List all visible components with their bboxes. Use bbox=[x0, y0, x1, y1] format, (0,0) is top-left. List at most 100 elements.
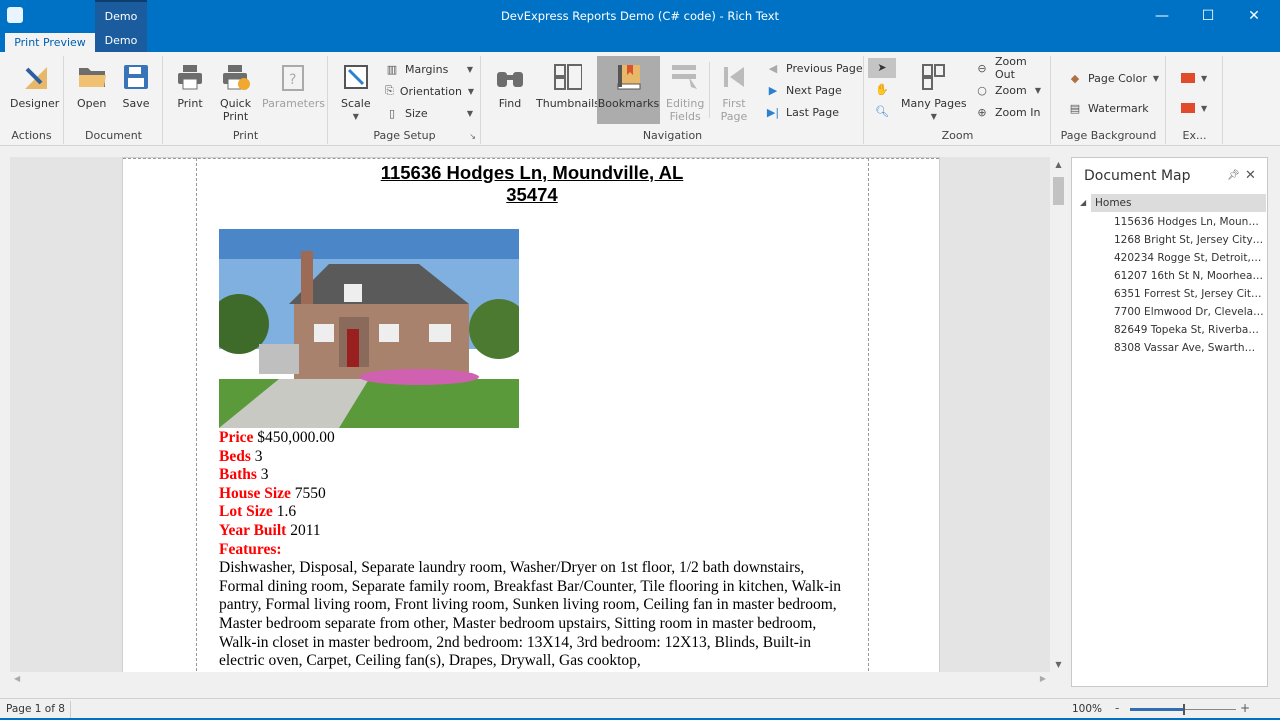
orientation-button[interactable]: ⎘ Orientation ▼ bbox=[385, 81, 475, 101]
map-root-homes[interactable]: Homes bbox=[1091, 194, 1266, 212]
previous-page-button[interactable]: ◀ Previous Page bbox=[766, 58, 863, 78]
map-item[interactable]: 1268 Bright St, Jersey City, NJ bbox=[1114, 231, 1264, 249]
map-item[interactable]: 82649 Topeka St, Riverbank, CA bbox=[1114, 321, 1264, 339]
magnifier-tool-icon[interactable]: 🔍︎ bbox=[868, 102, 896, 122]
field-key: Year Built bbox=[219, 521, 287, 539]
zoom-slider[interactable] bbox=[1130, 704, 1236, 715]
group-page-setup: Scale ▼ ▥ Margins ▼ ⎘ Orientation ▼ ▯ Size ▼ P… bbox=[329, 56, 481, 144]
collapse-icon[interactable]: ◢ bbox=[1080, 198, 1086, 207]
last-page-icon: ▶| bbox=[766, 105, 780, 119]
group-actions: Designer Actions bbox=[0, 56, 64, 144]
size-button[interactable]: ▯ Size ▼ bbox=[385, 103, 473, 123]
title-line-2: 35474 bbox=[506, 184, 558, 205]
previous-page-label: Previous Page bbox=[786, 61, 863, 75]
close-button[interactable]: ✕ bbox=[1231, 0, 1277, 32]
save-icon bbox=[122, 63, 150, 91]
map-item[interactable]: 115636 Hodges Ln, Moundville, AL 35474 bbox=[1114, 213, 1264, 231]
size-label: Size bbox=[405, 106, 428, 120]
designer-label: Designer bbox=[10, 97, 60, 110]
dialog-launcher-icon[interactable]: ↘ bbox=[469, 132, 476, 141]
map-item[interactable]: 7700 Elmwood Dr, Cleveland, OH bbox=[1114, 303, 1264, 321]
pin-icon[interactable]: 📌︎ bbox=[1227, 170, 1240, 181]
bookmarks-button[interactable]: Bookmarks bbox=[597, 56, 660, 124]
save-button[interactable]: Save bbox=[122, 59, 150, 110]
next-page-button[interactable]: ▶ Next Page bbox=[766, 80, 842, 100]
zoom-percentage[interactable]: 100% bbox=[1072, 703, 1102, 715]
designer-icon bbox=[21, 63, 49, 91]
watermark-button[interactable]: ▤ Watermark bbox=[1068, 98, 1149, 118]
scroll-right-icon[interactable]: ▶ bbox=[1040, 674, 1046, 683]
printer-icon bbox=[176, 63, 204, 91]
features-label: Features: bbox=[219, 540, 282, 558]
print-button[interactable]: Print bbox=[176, 59, 204, 110]
map-item[interactable]: 420234 Rogge St, Detroit, MI bbox=[1114, 249, 1264, 267]
scrollbar-thumb[interactable] bbox=[1053, 177, 1064, 205]
dropdown-arrow-icon: ▼ bbox=[467, 86, 475, 96]
field-row: Year Built 2011 bbox=[219, 522, 849, 541]
designer-button[interactable]: Designer bbox=[10, 59, 59, 110]
save-label: Save bbox=[122, 97, 150, 110]
scroll-down-icon[interactable]: ▼ bbox=[1050, 660, 1067, 669]
document-viewer[interactable]: 115636 Hodges Ln, Moundville, AL 35474 P… bbox=[10, 157, 1050, 672]
document-map-panel: Document Map 📌︎ ✕ ◢ Homes 115636 Hodges … bbox=[1071, 157, 1268, 687]
tab-print-preview[interactable]: Print Preview bbox=[5, 33, 95, 52]
group-zoom: ➤ ✋ 🔍︎ Many Pages ▼ ⊖ Zoom Out ○ Zoom ▼ ⊕ Zo… bbox=[865, 55, 1051, 144]
pointer-tool-icon[interactable]: ➤ bbox=[868, 58, 896, 78]
margins-button[interactable]: ▥ Margins ▼ bbox=[385, 59, 473, 79]
last-page-button[interactable]: ▶| Last Page bbox=[766, 102, 839, 122]
field-value: 2011 bbox=[286, 521, 321, 539]
first-page-label: First bbox=[722, 97, 746, 110]
first-page-button[interactable]: First Page bbox=[720, 59, 748, 123]
page-color-button[interactable]: ◆ Page Color ▼ bbox=[1068, 68, 1159, 88]
document-page: 115636 Hodges Ln, Moundville, AL 35474 P… bbox=[122, 157, 940, 672]
zoom-in-label: Zoom In bbox=[995, 105, 1041, 119]
horizontal-scrollbar[interactable]: ◀ ▶ bbox=[10, 672, 1050, 688]
dropdown-arrow-icon: ▼ bbox=[1201, 73, 1208, 83]
field-value: 7550 bbox=[290, 484, 326, 502]
orientation-icon: ⎘ bbox=[385, 84, 394, 97]
field-row: House Size 7550 bbox=[219, 485, 849, 504]
field-row: Baths 3 bbox=[219, 466, 849, 485]
close-panel-icon[interactable]: ✕ bbox=[1245, 168, 1256, 183]
thumbnails-button[interactable]: Thumbnails bbox=[536, 59, 600, 110]
maximize-button[interactable]: ☐ bbox=[1185, 0, 1231, 32]
hand-tool-icon[interactable]: ✋ bbox=[868, 80, 896, 100]
many-pages-button[interactable]: Many Pages ▼ bbox=[901, 59, 967, 123]
scroll-up-icon[interactable]: ▲ bbox=[1050, 160, 1067, 169]
features-text: Dishwasher, Disposal, Separate laundry r… bbox=[219, 559, 842, 670]
zoom-minus-icon[interactable]: - bbox=[1115, 701, 1119, 715]
quick-print-label-2: Print bbox=[222, 110, 249, 123]
minimize-button[interactable]: — bbox=[1139, 0, 1185, 32]
map-item[interactable]: 61207 16th St N, Moorhead, MN bbox=[1114, 267, 1264, 285]
editing-fields-button[interactable]: Editing Fields bbox=[666, 59, 704, 123]
tab-demo[interactable]: Demo bbox=[95, 34, 147, 47]
open-button[interactable]: Open bbox=[77, 59, 106, 110]
scroll-left-icon[interactable]: ◀ bbox=[14, 674, 20, 683]
thumbnails-label: Thumbnails bbox=[536, 97, 600, 110]
send-pdf-button[interactable]: ▼ bbox=[1181, 98, 1207, 118]
document-title: 115636 Hodges Ln, Moundville, AL 35474 bbox=[197, 162, 867, 206]
group-label: Page Setup bbox=[373, 129, 436, 142]
dropdown-arrow-icon: ▼ bbox=[466, 108, 473, 118]
find-button[interactable]: Find bbox=[496, 59, 524, 110]
zoom-plus-icon[interactable]: + bbox=[1240, 701, 1250, 715]
zoom-slider-thumb[interactable] bbox=[1183, 704, 1185, 715]
pdf-icon bbox=[1181, 73, 1195, 83]
group-label: Print bbox=[232, 129, 259, 142]
vertical-scrollbar[interactable]: ▲ ▼ bbox=[1050, 157, 1067, 672]
zoom-in-button[interactable]: ⊕ Zoom In bbox=[975, 102, 1040, 122]
margin-guide bbox=[868, 158, 869, 672]
export-pdf-button[interactable]: ▼ bbox=[1181, 68, 1207, 88]
field-value: 3 bbox=[250, 447, 263, 465]
zoom-out-button[interactable]: ⊖ Zoom Out bbox=[975, 55, 1050, 81]
map-item[interactable]: 6351 Forrest St, Jersey City, NJ bbox=[1114, 285, 1264, 303]
context-tab-group: Demo Demo bbox=[95, 0, 147, 52]
previous-arrow-icon: ◀ bbox=[768, 61, 778, 75]
page-color-label: Page Color bbox=[1088, 71, 1147, 85]
parameters-button[interactable]: ? Parameters bbox=[262, 59, 325, 110]
zoom-button[interactable]: ○ Zoom ▼ bbox=[975, 80, 1041, 100]
quick-print-button[interactable]: Quick Print bbox=[220, 59, 251, 123]
scale-button[interactable]: Scale ▼ bbox=[341, 59, 371, 123]
map-item[interactable]: 8308 Vassar Ave, Swarthmore, PA bbox=[1114, 339, 1264, 357]
group-label: Page Background bbox=[1060, 129, 1157, 142]
